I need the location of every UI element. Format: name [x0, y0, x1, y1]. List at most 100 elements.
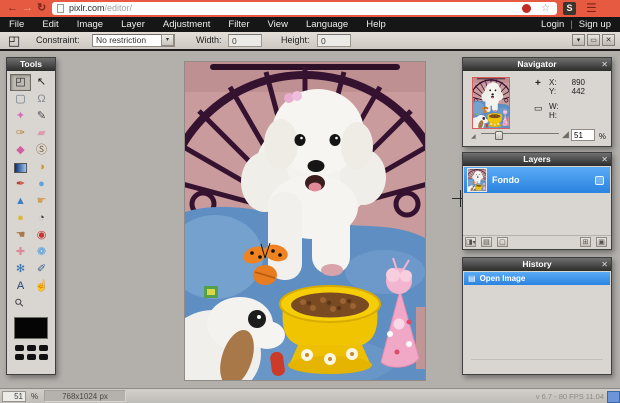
tool-gradient[interactable] — [10, 159, 31, 176]
browser-forward-icon[interactable]: → — [22, 0, 33, 16]
browser-back-icon[interactable]: ← — [7, 0, 18, 16]
constraint-dropdown[interactable]: No restriction ▾ — [92, 34, 175, 47]
menu-item-file[interactable]: File — [0, 17, 33, 32]
tool-zoom[interactable]: ⚲ — [10, 295, 31, 312]
pointer-coordinates: X: 890 Y: 442 — [549, 78, 585, 96]
swatch-dot[interactable] — [38, 354, 48, 360]
signup-link[interactable]: Sign up — [576, 19, 614, 30]
swatch-dot[interactable] — [26, 354, 36, 360]
tool-color-picker[interactable]: ✐ — [31, 261, 52, 278]
menu-item-layer[interactable]: Layer — [112, 17, 154, 32]
tool-lasso[interactable]: Ω — [31, 91, 52, 108]
tool-dodge[interactable]: ◔ — [31, 210, 52, 227]
layer-settings-button[interactable]: ◨▾ — [465, 237, 476, 247]
menu-item-view[interactable]: View — [259, 17, 297, 32]
color-replace-icon: ◑ — [38, 161, 45, 173]
dog-photo — [185, 62, 425, 380]
tool-blur[interactable]: ● — [31, 176, 52, 193]
tool-hand[interactable]: ☝ — [31, 278, 52, 295]
bloat-icon: ❁ — [36, 246, 47, 258]
browser-menu-icon[interactable]: ☰ — [586, 0, 597, 16]
tool-clone-stamp[interactable]: Ⓢ — [31, 142, 52, 159]
history-item-open-image[interactable]: ▤ Open Image — [464, 272, 610, 285]
layer-row-fondo[interactable]: Fondo — [464, 167, 610, 193]
tool-burn[interactable]: ☚ — [10, 227, 31, 244]
layer-thumbnail — [467, 168, 487, 192]
tool-eraser[interactable]: ▰ — [31, 125, 52, 142]
extension-s-icon[interactable]: S — [563, 2, 576, 15]
swatch-dot[interactable] — [14, 354, 24, 360]
history-panel-title[interactable]: History ✕ — [463, 258, 611, 271]
tool-bloat[interactable]: ❁ — [31, 244, 52, 261]
bookmark-star-icon[interactable]: ☆ — [541, 2, 550, 15]
layer-lock-icon[interactable] — [595, 175, 604, 185]
zoom-slider-track[interactable] — [481, 133, 559, 134]
clone-stamp-icon: Ⓢ — [36, 144, 47, 156]
tool-type[interactable]: A — [10, 278, 31, 295]
tool-drawing[interactable]: ✒ — [10, 176, 31, 193]
zoom-value-input[interactable] — [571, 129, 595, 141]
wand-icon: ✦ — [15, 110, 26, 122]
login-divider: | — [570, 19, 573, 30]
restore-button[interactable]: ▭ — [587, 34, 600, 46]
zoom-in-icon[interactable]: ◢ — [562, 129, 569, 140]
tool-move[interactable]: ↖ — [31, 74, 52, 91]
menu-item-filter[interactable]: Filter — [219, 17, 258, 32]
zoom-icon: ⚲ — [13, 296, 28, 311]
login-link[interactable]: Login — [538, 19, 567, 30]
tool-paint-bucket[interactable]: ◆ — [10, 142, 31, 159]
menu-item-language[interactable]: Language — [297, 17, 357, 32]
tool-brush[interactable]: ✑ — [10, 125, 31, 142]
zoom-slider-thumb[interactable] — [495, 131, 503, 140]
tool-sharpen[interactable]: ▲ — [10, 193, 31, 210]
layer-mask-button[interactable]: ▤ — [480, 237, 492, 247]
address-bar[interactable]: pixlr.com/editor/ ☆ — [52, 2, 557, 15]
tools-panel-title[interactable]: Tools — [7, 58, 55, 71]
tool-crop[interactable]: ◰ — [10, 74, 31, 91]
zoom-out-icon[interactable]: ◢ — [471, 133, 476, 140]
new-layer-button[interactable]: ⊞ — [580, 237, 592, 247]
minimize-button[interactable]: ▾ — [572, 34, 585, 46]
tool-pinch[interactable]: ✻ — [10, 261, 31, 278]
status-image-dimensions: 768x1024 px — [44, 390, 126, 402]
tool-sponge[interactable]: ● — [10, 210, 31, 227]
tool-spot-heal[interactable]: ✚ — [10, 244, 31, 261]
browser-reload-icon[interactable]: ↻ — [37, 0, 46, 16]
constraint-dropdown-arrow-icon[interactable]: ▾ — [161, 34, 174, 46]
lasso-icon: Ω — [37, 93, 46, 105]
menu-item-edit[interactable]: Edit — [33, 17, 67, 32]
delete-layer-button[interactable]: ▣ — [596, 237, 607, 247]
history-close-icon[interactable]: ✕ — [601, 258, 608, 271]
layers-panel-title[interactable]: Layers ✕ — [463, 153, 611, 166]
status-bar: 51 % 768x1024 px v 6.7 - 80 FPS 11.04 — [0, 388, 620, 403]
navigator-close-icon[interactable]: ✕ — [601, 58, 608, 71]
canvas-image[interactable] — [185, 62, 425, 380]
swatch-dot[interactable] — [26, 345, 36, 351]
menu-item-image[interactable]: Image — [68, 17, 112, 32]
swatch-dots — [7, 345, 55, 360]
close-toolbar-button[interactable]: ✕ — [602, 34, 615, 46]
menu-item-adjustment[interactable]: Adjustment — [154, 17, 220, 32]
menu-item-help[interactable]: Help — [357, 17, 395, 32]
color-swatch[interactable] — [14, 317, 48, 339]
width-input[interactable] — [228, 34, 262, 47]
tool-marquee[interactable]: ▢ — [10, 91, 31, 108]
status-zoom-value[interactable]: 51 — [2, 391, 26, 402]
navigator-thumbnail[interactable] — [472, 77, 510, 129]
type-icon: A — [16, 280, 25, 292]
extension-badge-icon[interactable] — [522, 4, 531, 13]
tool-pencil[interactable]: ✎ — [31, 108, 52, 125]
layer-style-button[interactable]: ▢ — [496, 237, 508, 247]
navigator-panel-title[interactable]: Navigator ✕ — [463, 58, 611, 71]
width-label: Width: — [196, 35, 222, 45]
swatch-dot[interactable] — [14, 345, 24, 351]
layers-bottom-bar: ◨▾ ▤ ▢ ⊞ ▣ — [463, 235, 611, 249]
swatch-dot[interactable] — [38, 345, 48, 351]
height-input[interactable] — [317, 34, 351, 47]
tool-red-eye[interactable]: ◉ — [31, 227, 52, 244]
layers-close-icon[interactable]: ✕ — [601, 153, 608, 166]
tool-wand[interactable]: ✦ — [10, 108, 31, 125]
tool-color-replace[interactable]: ◑ — [31, 159, 52, 176]
tool-smudge[interactable]: ☛ — [31, 193, 52, 210]
pointer-crosshair-icon: + — [535, 78, 541, 89]
